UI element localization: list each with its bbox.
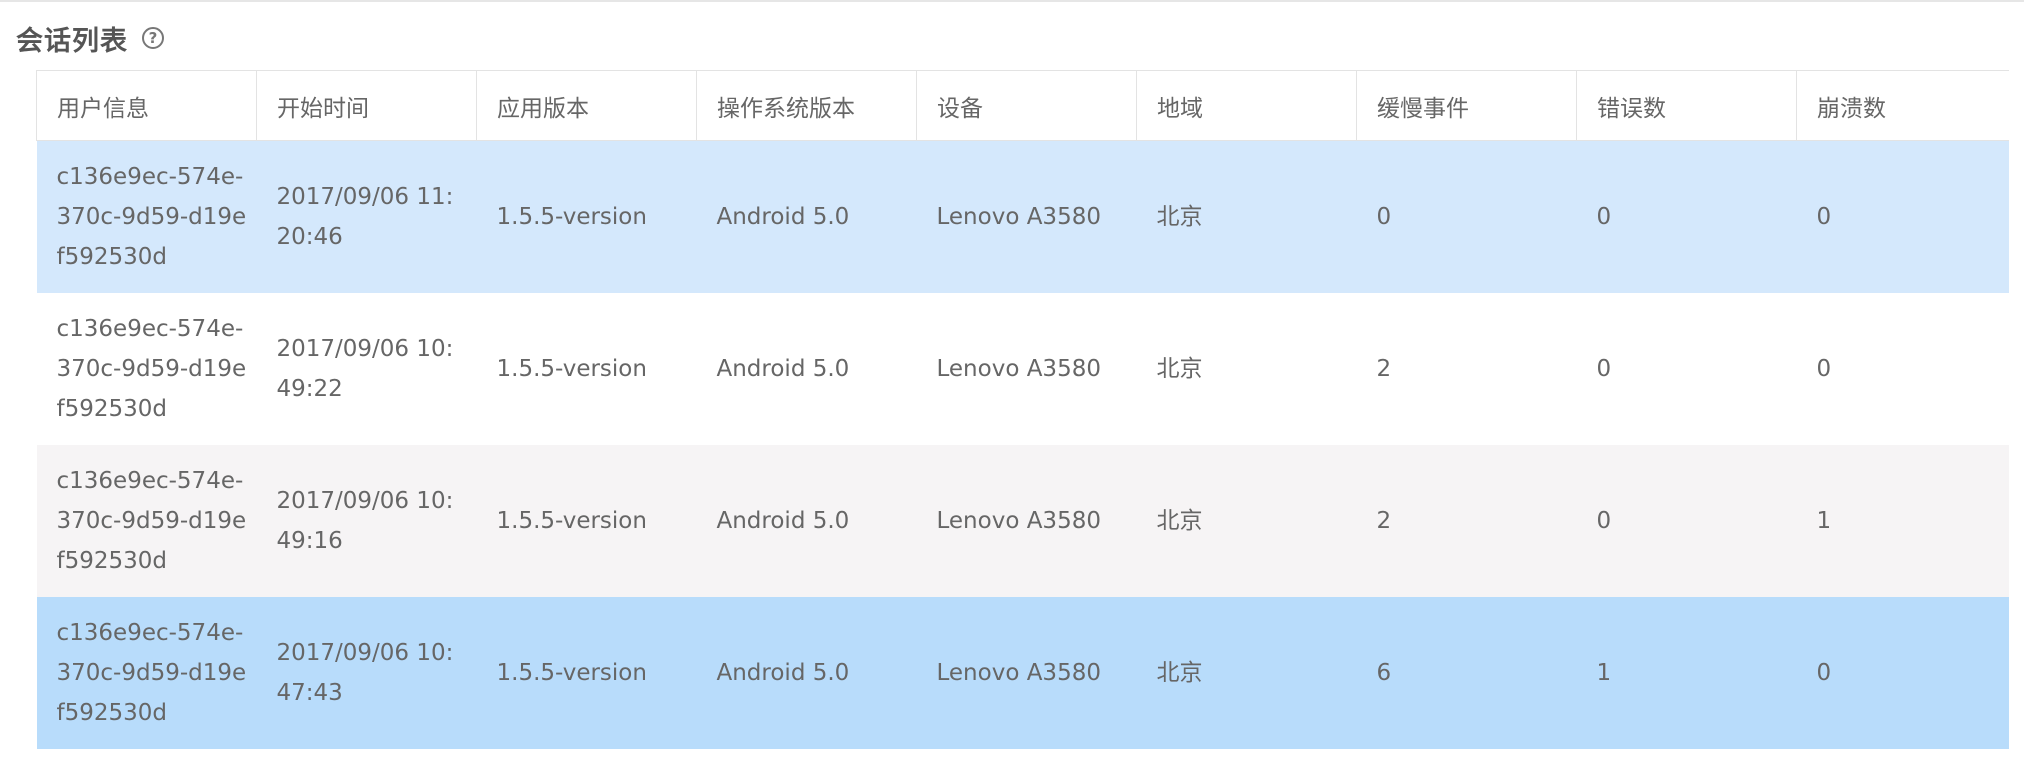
- table-row[interactable]: c136e9ec-574e-370c-9d59-d19ef592530d 201…: [36, 140, 2009, 293]
- panel-header: 会话列表 ?: [16, 20, 164, 57]
- cell-app-version: 1.5.5-version: [476, 596, 697, 749]
- cell-device: Lenovo A3580: [916, 140, 1137, 293]
- table-row[interactable]: c136e9ec-574e-370c-9d59-d19ef592530d 201…: [36, 596, 2009, 749]
- cell-os-version: Android 5.0: [696, 140, 917, 293]
- cell-slow-events: 0: [1356, 140, 1577, 293]
- cell-region: 北京: [1136, 596, 1357, 749]
- column-header-user[interactable]: 用户信息: [36, 70, 257, 141]
- cell-app-version: 1.5.5-version: [476, 292, 697, 445]
- cell-app-version: 1.5.5-version: [476, 444, 697, 597]
- cell-region: 北京: [1136, 140, 1357, 293]
- cell-start-time: 2017/09/06 11:20:46: [256, 140, 477, 293]
- cell-crashes: 1: [1796, 444, 2009, 597]
- cell-crashes: 0: [1796, 596, 2009, 749]
- cell-region: 北京: [1136, 444, 1357, 597]
- cell-errors: 0: [1576, 444, 1797, 597]
- cell-device: Lenovo A3580: [916, 444, 1137, 597]
- cell-app-version: 1.5.5-version: [476, 140, 697, 293]
- column-header-region[interactable]: 地域: [1136, 70, 1357, 141]
- column-header-os-version[interactable]: 操作系统版本: [696, 70, 917, 141]
- session-list-panel: 会话列表 ? 用户信息 开始时间 应用版本 操作系统版本 设备 地域 缓慢事件 …: [0, 0, 2024, 768]
- cell-user: c136e9ec-574e-370c-9d59-d19ef592530d: [36, 292, 257, 445]
- column-header-device[interactable]: 设备: [916, 70, 1137, 141]
- help-icon[interactable]: ?: [142, 27, 164, 49]
- cell-user: c136e9ec-574e-370c-9d59-d19ef592530d: [36, 444, 257, 597]
- cell-errors: 1: [1576, 596, 1797, 749]
- column-header-slow-events[interactable]: 缓慢事件: [1356, 70, 1577, 141]
- column-header-start-time[interactable]: 开始时间: [256, 70, 477, 141]
- cell-region: 北京: [1136, 292, 1357, 445]
- cell-device: Lenovo A3580: [916, 292, 1137, 445]
- cell-os-version: Android 5.0: [696, 292, 917, 445]
- cell-slow-events: 6: [1356, 596, 1577, 749]
- header-row: 用户信息 开始时间 应用版本 操作系统版本 设备 地域 缓慢事件 错误数 崩溃数: [36, 70, 2009, 141]
- cell-os-version: Android 5.0: [696, 596, 917, 749]
- table-header: 用户信息 开始时间 应用版本 操作系统版本 设备 地域 缓慢事件 错误数 崩溃数: [36, 70, 2009, 141]
- column-header-crashes[interactable]: 崩溃数: [1796, 70, 2009, 141]
- session-table: 用户信息 开始时间 应用版本 操作系统版本 设备 地域 缓慢事件 错误数 崩溃数…: [36, 70, 2009, 749]
- table-row[interactable]: c136e9ec-574e-370c-9d59-d19ef592530d 201…: [36, 292, 2009, 445]
- session-table-container: 用户信息 开始时间 应用版本 操作系统版本 设备 地域 缓慢事件 错误数 崩溃数…: [36, 70, 2009, 749]
- cell-errors: 0: [1576, 292, 1797, 445]
- column-header-app-version[interactable]: 应用版本: [476, 70, 697, 141]
- page-title: 会话列表: [16, 25, 128, 57]
- cell-start-time: 2017/09/06 10:49:22: [256, 292, 477, 445]
- cell-user: c136e9ec-574e-370c-9d59-d19ef592530d: [36, 140, 257, 293]
- cell-start-time: 2017/09/06 10:49:16: [256, 444, 477, 597]
- table-body: c136e9ec-574e-370c-9d59-d19ef592530d 201…: [36, 140, 2009, 749]
- cell-slow-events: 2: [1356, 444, 1577, 597]
- column-header-errors[interactable]: 错误数: [1576, 70, 1797, 141]
- cell-device: Lenovo A3580: [916, 596, 1137, 749]
- cell-start-time: 2017/09/06 10:47:43: [256, 596, 477, 749]
- cell-crashes: 0: [1796, 140, 2009, 293]
- cell-errors: 0: [1576, 140, 1797, 293]
- cell-crashes: 0: [1796, 292, 2009, 445]
- table-row[interactable]: c136e9ec-574e-370c-9d59-d19ef592530d 201…: [36, 444, 2009, 597]
- cell-os-version: Android 5.0: [696, 444, 917, 597]
- cell-slow-events: 2: [1356, 292, 1577, 445]
- cell-user: c136e9ec-574e-370c-9d59-d19ef592530d: [36, 596, 257, 749]
